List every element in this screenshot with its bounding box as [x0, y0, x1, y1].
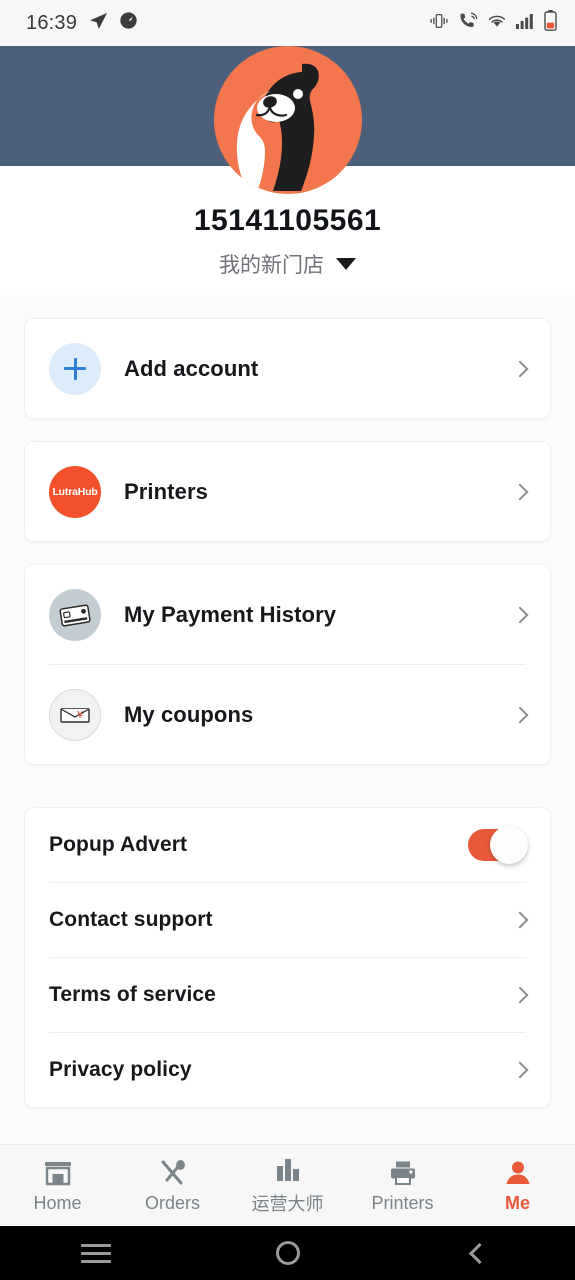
caret-down-icon — [336, 258, 356, 270]
android-navigation-bar — [0, 1226, 575, 1280]
bottom-tab-bar: Home Orders 运营大师 Printers Me — [0, 1144, 575, 1226]
contact-support-label: Contact support — [49, 908, 213, 931]
status-bar-left: 16:39 — [26, 11, 138, 36]
store-name: 我的新门店 — [219, 254, 324, 277]
toggle-knob — [490, 826, 528, 864]
person-icon — [504, 1158, 532, 1186]
printer-icon — [389, 1158, 417, 1186]
settings-card: Popup Advert Contact support Terms of se… — [24, 807, 551, 1108]
status-bar-right — [429, 10, 557, 36]
tab-orders-label: Orders — [144, 1192, 200, 1213]
lutrahub-logo-icon: LutraHub — [49, 465, 101, 518]
printers-label: Printers — [124, 478, 208, 504]
terms-of-service-label: Terms of service — [49, 983, 216, 1006]
coupon-icon: ¥ — [49, 688, 101, 741]
profile-header-band — [0, 46, 575, 166]
call-wifi-icon — [458, 12, 478, 35]
profile-spacer — [0, 166, 575, 204]
privacy-policy-label: Privacy policy — [49, 1058, 192, 1081]
tab-operations-master-label: 运营大师 — [251, 1194, 324, 1214]
chevron-right-icon — [511, 360, 529, 377]
row-popup-advert[interactable]: Popup Advert — [25, 808, 550, 882]
chevron-right-icon — [511, 606, 529, 623]
popup-advert-label: Popup Advert — [49, 833, 188, 856]
fork-spoon-icon — [159, 1158, 187, 1186]
chevron-right-icon — [511, 483, 529, 500]
wifi-icon — [487, 13, 507, 34]
printers-card: LutraHub Printers — [24, 441, 551, 542]
battery-low-icon — [544, 10, 557, 36]
row-my-coupons[interactable]: ¥ My coupons — [25, 665, 550, 764]
account-card: Add account — [24, 318, 551, 419]
tab-printers[interactable]: Printers — [345, 1158, 460, 1214]
settings-content: Add account LutraHub Printers My Payment… — [0, 295, 575, 1280]
phone-screen: 16:39 15141105561 我的新门店 Add account Lutr… — [0, 0, 575, 1280]
add-account-label: Add account — [124, 355, 259, 381]
speedometer-icon — [119, 11, 138, 35]
chevron-right-icon — [511, 986, 529, 1004]
status-bar: 16:39 — [0, 0, 575, 46]
recents-icon — [80, 1239, 111, 1268]
tab-me-label: Me — [504, 1192, 530, 1213]
bar-chart-icon — [274, 1155, 302, 1183]
svg-text:¥: ¥ — [77, 710, 83, 721]
my-coupons-label: My coupons — [124, 701, 254, 727]
wallet-card: My Payment History ¥ My coupons — [24, 564, 551, 765]
lutrahub-logo-text: LutraHub — [52, 485, 98, 498]
row-contact-support[interactable]: Contact support — [25, 883, 550, 957]
recents-button[interactable] — [0, 1239, 192, 1268]
credit-card-icon — [49, 588, 101, 641]
chevron-right-icon — [511, 911, 529, 929]
row-printers[interactable]: LutraHub Printers — [25, 442, 550, 541]
tab-operations-master[interactable]: 运营大师 — [230, 1155, 345, 1216]
back-chevron-icon — [468, 1242, 490, 1264]
store-selector[interactable]: 我的新门店 — [0, 249, 575, 279]
tab-home[interactable]: Home — [0, 1158, 115, 1214]
chevron-right-icon — [511, 1061, 529, 1079]
row-payment-history[interactable]: My Payment History — [25, 565, 550, 664]
tab-home-label: Home — [33, 1192, 82, 1213]
row-privacy-policy[interactable]: Privacy policy — [25, 1033, 550, 1107]
status-time: 16:39 — [26, 11, 78, 34]
account-phone-number: 15141105561 — [193, 204, 382, 237]
home-button[interactable] — [192, 1241, 384, 1265]
vibrate-icon — [429, 12, 449, 35]
tab-orders[interactable]: Orders — [115, 1158, 230, 1214]
storefront-icon — [44, 1158, 72, 1186]
navigation-send-icon — [88, 11, 108, 36]
row-terms-of-service[interactable]: Terms of service — [25, 958, 550, 1032]
popup-advert-toggle[interactable] — [468, 826, 528, 864]
profile-section: 15141105561 我的新门店 — [0, 46, 575, 295]
home-circle-icon — [275, 1241, 300, 1265]
chevron-right-icon — [511, 706, 529, 723]
row-add-account[interactable]: Add account — [25, 319, 550, 418]
plus-icon — [49, 342, 101, 395]
signal-icon — [516, 13, 535, 34]
tab-printers-label: Printers — [371, 1192, 434, 1213]
back-button[interactable] — [383, 1242, 575, 1264]
tab-me[interactable]: Me — [460, 1158, 575, 1214]
payment-history-label: My Payment History — [124, 601, 337, 627]
